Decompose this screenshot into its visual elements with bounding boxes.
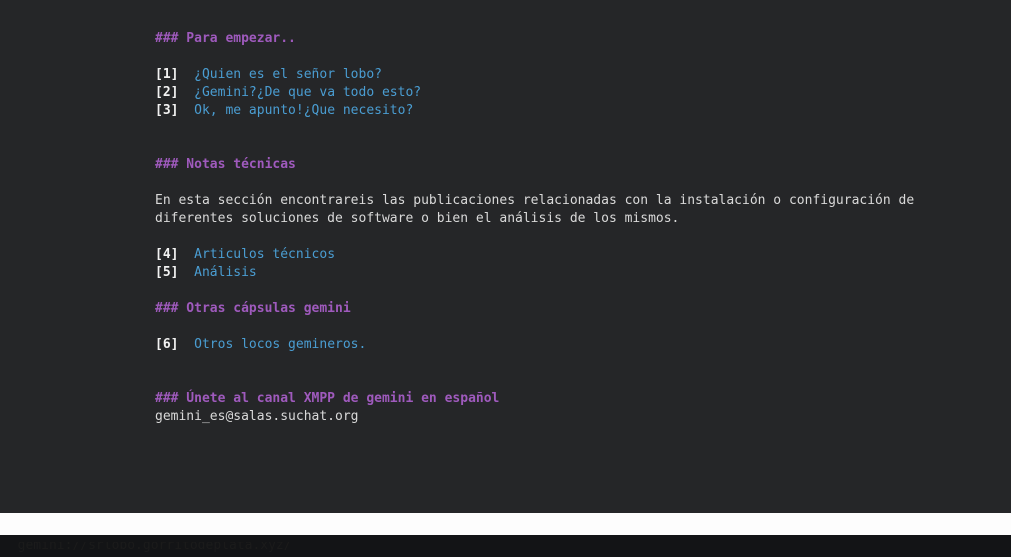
gemtext-link[interactable]: ¿Quien es el señor lobo? [194,67,382,82]
gemtext-link[interactable]: Análisis [194,265,257,280]
blank-line [155,282,914,300]
link-number: [4] [155,247,178,262]
blank-line [155,48,914,66]
gemtext-link[interactable]: Otros locos gemineros. [194,337,366,352]
link-number: [6] [155,337,178,352]
blank-line [155,354,914,372]
gemtext-heading: ### Notas técnicas [155,156,914,174]
gemtext-link[interactable]: Articulos técnicos [194,247,335,262]
gemtext-text: gemini_es@salas.suchat.org [155,408,914,426]
link-spacer [178,337,194,352]
gemtext-link-line[interactable]: [4] Articulos técnicos [155,246,914,264]
gemtext-heading: ### Únete al canal XMPP de gemini en esp… [155,390,914,408]
gemtext-link-line[interactable]: [6] Otros locos gemineros. [155,336,914,354]
gemtext-text: En esta sección encontrareis las publica… [155,192,914,210]
link-number: [3] [155,103,178,118]
bottom-strip [0,535,1011,542]
link-spacer [178,265,194,280]
blank-line [155,174,914,192]
url-bar[interactable]: gemini://srlobo.gorritodeplata.xyz/ [0,513,1011,535]
blank-line [155,138,914,156]
gemtext-heading: ### Para empezar.. [155,30,914,48]
blank-line [155,318,914,336]
link-number: [2] [155,85,178,100]
page-content: ### Para empezar.. [1] ¿Quien es el seño… [155,30,914,426]
blank-line [155,120,914,138]
gemtext-link[interactable]: Ok, me apunto!¿Que necesito? [194,103,413,118]
gemtext-text: diferentes soluciones de software o bien… [155,210,914,228]
gemtext-heading: ### Otras cápsulas gemini [155,300,914,318]
terminal-window: { "colors": { "background": "#252628", "… [0,0,1011,542]
link-spacer [178,103,194,118]
blank-line [155,372,914,390]
gemtext-link-line[interactable]: [5] Análisis [155,264,914,282]
link-spacer [178,247,194,262]
link-spacer [178,67,194,82]
blank-line [155,228,914,246]
gemtext-link[interactable]: ¿Gemini?¿De que va todo esto? [194,85,421,100]
link-spacer [178,85,194,100]
gemtext-link-line[interactable]: [1] ¿Quien es el señor lobo? [155,66,914,84]
gemtext-link-line[interactable]: [3] Ok, me apunto!¿Que necesito? [155,102,914,120]
link-number: [1] [155,67,178,82]
link-number: [5] [155,265,178,280]
gemtext-link-line[interactable]: [2] ¿Gemini?¿De que va todo esto? [155,84,914,102]
gemtext-page: ### Para empezar.. [1] ¿Quien es el seño… [0,0,1011,513]
